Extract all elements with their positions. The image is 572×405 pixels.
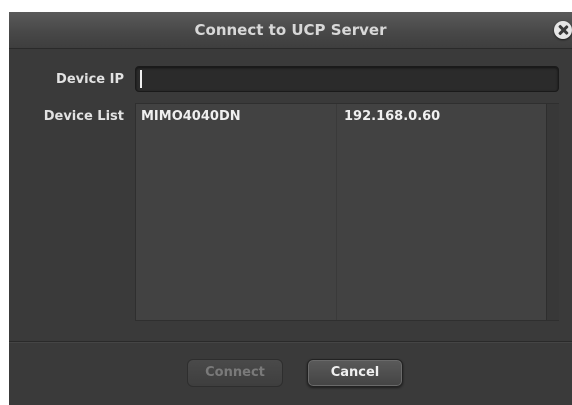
connect-button[interactable]: Connect bbox=[187, 359, 283, 387]
dialog-titlebar: Connect to UCP Server bbox=[9, 12, 572, 49]
device-list-scrollbar[interactable] bbox=[546, 104, 559, 320]
close-icon[interactable] bbox=[554, 21, 572, 39]
device-list[interactable]: MIMO4040DN 192.168.0.60 bbox=[135, 103, 559, 321]
device-ip-cell: 192.168.0.60 bbox=[344, 109, 441, 124]
column-divider bbox=[336, 104, 337, 320]
dialog-title: Connect to UCP Server bbox=[194, 21, 387, 39]
device-ip-input[interactable] bbox=[135, 66, 559, 92]
footer-divider bbox=[9, 341, 572, 342]
background-window-strip bbox=[0, 0, 572, 12]
device-ip-label: Device IP bbox=[56, 72, 124, 87]
connect-dialog: Connect to UCP Server Device IP Device L… bbox=[9, 12, 572, 405]
text-caret bbox=[140, 70, 142, 88]
device-list-label: Device List bbox=[43, 109, 124, 124]
device-list-row[interactable]: MIMO4040DN 192.168.0.60 bbox=[136, 104, 546, 130]
device-name-cell: MIMO4040DN bbox=[141, 109, 241, 124]
cancel-button[interactable]: Cancel bbox=[307, 359, 403, 387]
